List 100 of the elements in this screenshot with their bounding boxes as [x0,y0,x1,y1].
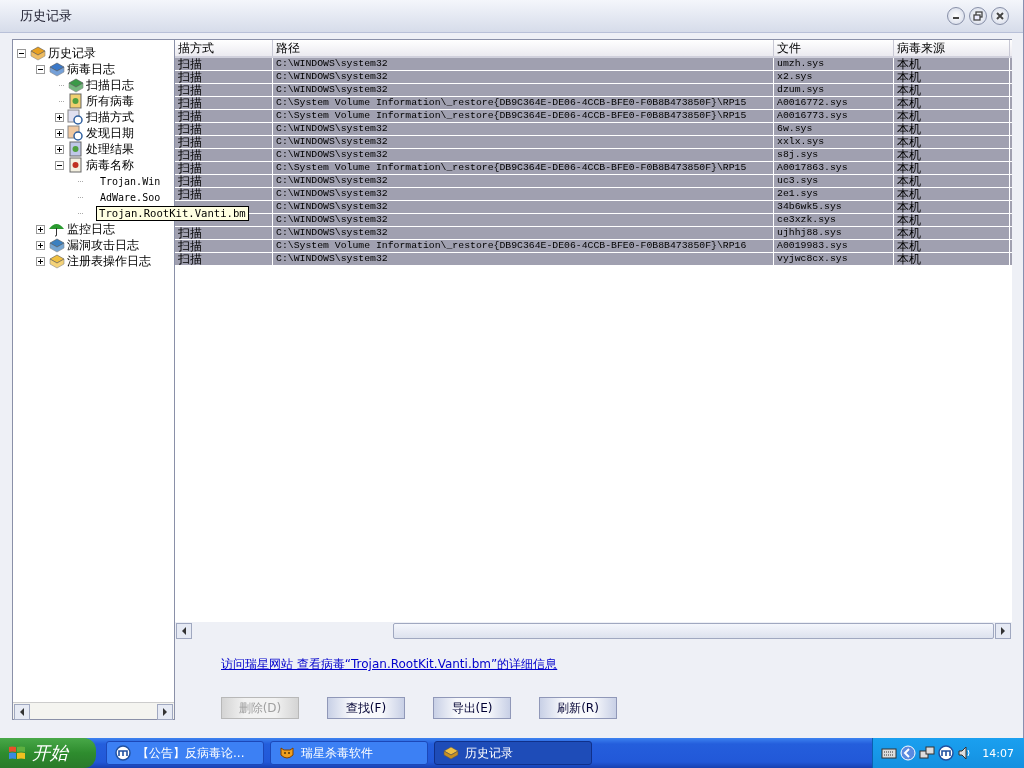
table-cell: 本机 [894,58,1010,70]
table-cell: ce3xzk.sys [774,214,894,226]
table-row[interactable]: 扫描 C:\System Volume Information\_restore{DB9C364E-DE06-4CCB-BFE0-F0B8B473850F}\RP15 A0017863.sys 本机 [175,162,1012,175]
browser-icon[interactable] [938,745,955,761]
column-header[interactable]: 文件 [774,40,894,56]
table-cell: 扫描 [175,71,273,83]
restore-button[interactable] [969,7,987,25]
tree-item[interactable]: 病毒名称 [86,156,134,174]
table-cell: C:\System Volume Information\_restore{DB9C364E-DE06-4CCB-BFE0-F0B8B473850F}\RP16 [273,240,774,252]
table-cell: 扫描 [175,162,273,174]
expand-icon[interactable] [36,224,45,234]
tree-item[interactable]: 所有病毒 [86,92,134,110]
table-cell: 本机 [894,71,1010,83]
scroll-right-button[interactable] [995,623,1011,639]
table-cell: A0019983.sys [774,240,894,252]
tree-item[interactable]: 扫描日志 [86,76,134,94]
right-arrow-icon [162,708,168,716]
scroll-right-button[interactable] [157,704,173,720]
chevron-icon[interactable] [900,745,917,761]
clock: 14:07 [982,746,1014,760]
table-row[interactable]: 扫描 C:\System Volume Information\_restore{DB9C364E-DE06-4CCB-BFE0-F0B8B473850F}\RP15 A0016773.sys 本机 [175,110,1012,123]
table-cell: C:\WINDOWS\system32 [273,58,774,70]
table-cell: 本机 [894,201,1010,213]
table-cell: x2.sys [774,71,894,83]
expand-icon[interactable] [36,240,45,250]
table-cell: s8j.sys [774,149,894,161]
collapse-icon[interactable] [36,64,45,74]
table-cell: C:\WINDOWS\system32 [273,188,774,200]
tree-item[interactable]: 处理结果 [86,140,134,158]
table-cell: 本机 [894,149,1010,161]
keyboard-icon[interactable] [881,746,898,760]
table-row[interactable]: 扫描 C:\WINDOWS\system32 umzh.sys 本机 [175,58,1012,71]
table-row[interactable]: 扫描 C:\WINDOWS\system32 xxlx.sys 本机 [175,136,1012,149]
table-cell: 本机 [894,253,1010,265]
table-row[interactable]: 扫描 C:\System Volume Information\_restore{DB9C364E-DE06-4CCB-BFE0-F0B8B473850F}\RP16 A0019983.sys 本机 [175,240,1012,253]
column-header[interactable]: 病毒来源 [894,40,1010,56]
scroll-thumb[interactable] [393,623,994,639]
action-button[interactable]: 查找(F) [327,697,405,719]
left-arrow-icon [19,708,25,716]
expand-icon[interactable] [55,144,64,154]
collapse-icon[interactable] [17,48,26,58]
table-cell: 扫描 [175,149,273,161]
tree-item[interactable]: 发现日期 [86,124,134,142]
tree-item[interactable]: AdWare.Soo [100,191,161,203]
table-cell: 2e1.sys [774,188,894,200]
table-row[interactable]: 扫描 C:\System Volume Information\_restore{DB9C364E-DE06-4CCB-BFE0-F0B8B473850F}\RP15 A0016772.sys 本机 [175,97,1012,110]
table-cell: 扫描 [175,123,273,135]
browser-icon [115,745,131,761]
details-link[interactable]: 访问瑞星网站 查看病毒“Trojan.RootKit.Vanti.bm”的详细信息 [221,657,558,671]
table-cell: C:\WINDOWS\system32 [273,136,774,148]
clock-icon [67,125,84,141]
table-cell: 本机 [894,188,1010,200]
taskbar-button[interactable]: 历史记录 [434,741,592,765]
column-header[interactable]: 路径 [273,40,774,56]
table-row[interactable]: 扫描 C:\WINDOWS\system32 6w.sys 本机 [175,123,1012,136]
table-cell: A0016772.sys [774,97,894,109]
table-cell: 扫描 [175,58,273,70]
tree-item[interactable]: 漏洞攻击日志 [67,236,139,254]
table-cell: 扫描 [175,175,273,187]
table-cell: 本机 [894,175,1010,187]
table-cell: C:\WINDOWS\system32 [273,123,774,135]
expand-icon[interactable] [36,256,45,266]
scroll-left-button[interactable] [14,704,30,720]
table-row[interactable]: 扫描 C:\WINDOWS\system32 2e1.sys 本机 [175,188,1012,201]
action-button[interactable]: 导出(E) [433,697,511,719]
left-arrow-icon [181,627,187,635]
minimize-button[interactable] [947,7,965,25]
bug-icon [67,157,84,173]
table-cell: 扫描 [175,253,273,265]
table-cell: A0017863.sys [774,162,894,174]
expand-icon[interactable] [55,128,64,138]
table-cell: 扫描 [175,188,273,200]
table-row[interactable]: 扫描 C:\WINDOWS\system32 uc3.sys 本机 [175,175,1012,188]
table-cell: 本机 [894,136,1010,148]
tree-item[interactable]: 监控日志 [67,220,115,238]
tree-item[interactable]: 历史记录 [48,44,96,62]
table-row[interactable]: 扫描 C:\WINDOWS\system32 vyjwc8cx.sys 本机 [175,253,1012,266]
table-cell: C:\WINDOWS\system32 [273,214,774,226]
table-row[interactable]: 扫描 C:\WINDOWS\system32 s8j.sys 本机 [175,149,1012,162]
table-cell: 扫描 [175,227,273,239]
scroll-left-button[interactable] [176,623,192,639]
table-cell: C:\System Volume Information\_restore{DB9C364E-DE06-4CCB-BFE0-F0B8B473850F}\RP15 [273,110,774,122]
taskbar-button[interactable]: 【公告】反病毒论... [106,741,264,765]
action-button[interactable]: 刷新(R) [539,697,617,719]
network-icon[interactable] [919,745,936,761]
collapse-icon[interactable] [55,160,64,170]
start-button[interactable]: 开始 [0,738,96,768]
table-cell: 34b6wk5.sys [774,201,894,213]
windows-flag-icon [8,745,26,761]
tree-item[interactable]: 扫描方式 [86,108,134,126]
tree-item[interactable]: 注册表操作日志 [67,252,151,270]
table-row[interactable]: 扫描 C:\WINDOWS\system32 x2.sys 本机 [175,71,1012,84]
expand-icon[interactable] [55,112,64,122]
table-row[interactable]: 扫描 C:\WINDOWS\system32 dzum.sys 本机 [175,84,1012,97]
tree-item[interactable]: Trojan.Win [100,175,161,187]
column-header[interactable]: 描方式 [175,40,273,56]
taskbar-button[interactable]: 瑞星杀毒软件 [270,741,428,765]
table-row[interactable]: 扫描 C:\WINDOWS\system32 ujhhj88.sys 本机 [175,227,1012,240]
tree-item[interactable]: 病毒日志 [67,60,115,78]
close-button[interactable] [991,7,1009,25]
